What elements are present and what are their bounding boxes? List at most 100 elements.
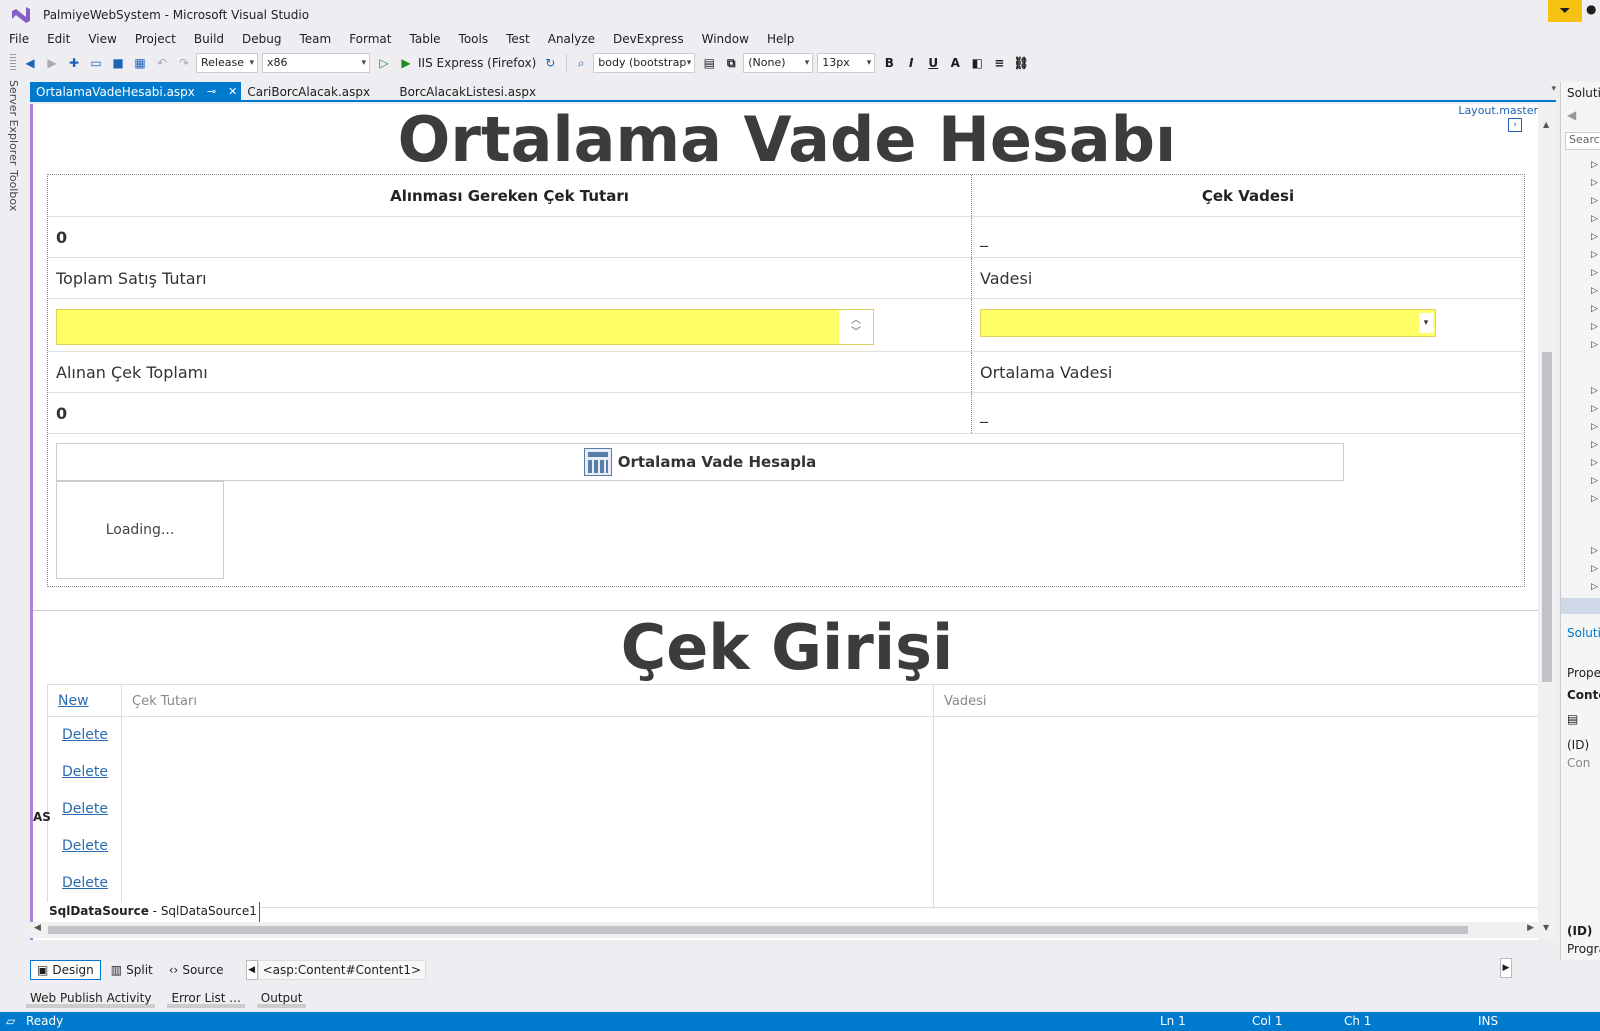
background-color-icon[interactable]: ◧	[967, 53, 987, 73]
tab-web-publish-activity[interactable]: Web Publish Activity	[26, 988, 156, 1008]
tree-expand-icon[interactable]: ▷	[1591, 340, 1598, 350]
tree-expand-icon[interactable]: ▷	[1591, 582, 1598, 592]
save-icon[interactable]: ■	[108, 53, 128, 73]
tag-navigator-left-icon[interactable]: ◀	[245, 960, 258, 980]
solution-platform-select[interactable]: x86	[262, 53, 370, 73]
tree-expand-icon[interactable]: ▷	[1591, 476, 1598, 486]
menu-tools[interactable]: Tools	[450, 29, 498, 49]
visual-aids-icon[interactable]: ▤	[699, 53, 719, 73]
delete-row-link[interactable]: Delete	[62, 764, 108, 780]
scroll-up-icon[interactable]: ▲	[1543, 120, 1549, 129]
tree-expand-icon[interactable]: ▷	[1591, 494, 1598, 504]
open-file-icon[interactable]: ▭	[86, 53, 106, 73]
hyperlink-icon[interactable]: ⛓	[1011, 53, 1031, 73]
navigate-back-icon[interactable]: ◀	[20, 53, 40, 73]
menu-file[interactable]: File	[0, 29, 38, 49]
underline-button[interactable]: U	[923, 53, 943, 73]
tree-expand-icon[interactable]: ▷	[1591, 458, 1598, 468]
tree-expand-icon[interactable]: ▷	[1591, 178, 1598, 188]
tab-error-list[interactable]: Error List ...	[167, 988, 245, 1008]
menu-debug[interactable]: Debug	[233, 29, 290, 49]
tree-expand-icon[interactable]: ▷	[1591, 322, 1598, 332]
grid-due-column-header[interactable]: Vadesi	[934, 685, 1542, 717]
block-format-select[interactable]: body (bootstrap	[593, 53, 696, 73]
find-icon[interactable]: ⌕	[571, 53, 591, 73]
tab-cari-borc-alacak[interactable]: CariBorcAlacak.aspx	[241, 82, 393, 102]
menu-format[interactable]: Format	[340, 29, 400, 49]
tree-expand-icon[interactable]: ▷	[1591, 546, 1598, 556]
start-without-debugging-icon[interactable]: ▷	[374, 53, 394, 73]
menu-window[interactable]: Window	[693, 29, 758, 49]
scrollbar-thumb[interactable]	[1542, 352, 1552, 682]
spin-down-icon[interactable]: ﹀	[851, 327, 861, 339]
save-all-icon[interactable]: ▦	[130, 53, 150, 73]
sql-data-source-control[interactable]: SqlDataSource - SqlDataSource1	[47, 902, 260, 922]
bold-button[interactable]: B	[879, 53, 899, 73]
tree-expand-icon[interactable]: ▷	[1591, 422, 1598, 432]
tree-expand-icon[interactable]: ▷	[1591, 404, 1598, 414]
menu-devexpress[interactable]: DevExpress	[604, 29, 693, 49]
menu-help[interactable]: Help	[758, 29, 803, 49]
delete-row-link[interactable]: Delete	[62, 801, 108, 817]
new-row-link[interactable]: New	[58, 693, 89, 709]
solution-back-icon[interactable]: ◀	[1567, 108, 1576, 122]
run-target-label[interactable]: IIS Express (Firefox)	[418, 56, 536, 70]
new-project-icon[interactable]: ✚	[64, 53, 84, 73]
tree-expand-icon[interactable]: ▷	[1591, 214, 1598, 224]
grid-amount-column-header[interactable]: Çek Tutarı	[122, 685, 934, 717]
selected-tree-item[interactable]	[1561, 598, 1600, 614]
tree-expand-icon[interactable]: ▷	[1591, 386, 1598, 396]
pin-icon[interactable]: ⊸	[207, 82, 216, 102]
tree-expand-icon[interactable]: ▷	[1591, 440, 1598, 450]
absolute-position-icon[interactable]: ⧉	[721, 53, 741, 73]
total-sales-spin-input[interactable]: ︿ ﹀	[56, 309, 874, 345]
menu-analyze[interactable]: Analyze	[539, 29, 604, 49]
tree-expand-icon[interactable]: ▷	[1591, 304, 1598, 314]
design-view-button[interactable]: ▣ Design	[30, 960, 101, 980]
scroll-left-icon[interactable]: ◀	[34, 923, 41, 933]
justify-icon[interactable]: ≡	[989, 53, 1009, 73]
calculate-average-term-button[interactable]: Ortalama Vade Hesapla	[56, 443, 1344, 481]
spin-buttons[interactable]: ︿ ﹀	[839, 310, 873, 344]
tag-navigator-right-icon[interactable]: ▶	[1500, 958, 1512, 978]
scroll-down-icon[interactable]: ▼	[1543, 923, 1549, 932]
delete-row-link[interactable]: Delete	[62, 875, 108, 891]
italic-button[interactable]: I	[901, 53, 921, 73]
dropdown-arrow-icon[interactable]: ▾	[1419, 313, 1433, 333]
tree-expand-icon[interactable]: ▷	[1591, 286, 1598, 296]
solution-search-input[interactable]: Search	[1565, 132, 1600, 150]
server-explorer-tab[interactable]: Server Explorer	[7, 80, 20, 165]
menu-project[interactable]: Project	[126, 29, 185, 49]
source-view-button[interactable]: ‹› Source	[163, 960, 230, 980]
tree-expand-icon[interactable]: ▷	[1591, 196, 1598, 206]
menu-build[interactable]: Build	[185, 29, 233, 49]
undo-icon[interactable]: ↶	[152, 53, 172, 73]
navigate-forward-icon[interactable]: ▶	[42, 53, 62, 73]
split-view-button[interactable]: ▥ Split	[105, 960, 159, 980]
categorized-icon[interactable]: ▤	[1567, 712, 1578, 726]
close-icon[interactable]: ✕	[228, 82, 237, 102]
menu-test[interactable]: Test	[497, 29, 539, 49]
toolbox-tab[interactable]: Toolbox	[7, 170, 20, 211]
tree-expand-icon[interactable]: ▷	[1591, 250, 1598, 260]
tab-ortalama-vade-hesabi[interactable]: OrtalamaVadeHesabi.aspx ⊸ ✕	[30, 82, 242, 102]
delete-row-link[interactable]: Delete	[62, 727, 108, 743]
style-select[interactable]: (None)	[743, 53, 814, 73]
vertical-scrollbar[interactable]: ▲ ▼	[1538, 104, 1556, 940]
menu-view[interactable]: View	[79, 29, 125, 49]
start-debugging-icon[interactable]: ▶	[396, 53, 416, 73]
scrollbar-thumb[interactable]	[48, 926, 1468, 934]
scroll-right-icon[interactable]: ▶	[1527, 923, 1534, 933]
delete-row-link[interactable]: Delete	[62, 838, 108, 854]
menu-table[interactable]: Table	[401, 29, 450, 49]
toolbar-grip[interactable]	[10, 54, 16, 72]
solution-configuration-select[interactable]: Release	[196, 53, 258, 73]
redo-icon[interactable]: ↷	[174, 53, 194, 73]
foreground-color-icon[interactable]: A	[945, 53, 965, 73]
horizontal-scrollbar[interactable]: ◀ ▶	[30, 922, 1538, 938]
menu-edit[interactable]: Edit	[38, 29, 79, 49]
font-size-select[interactable]: 13px	[817, 53, 876, 73]
browser-link-refresh-icon[interactable]: ↻	[540, 53, 560, 73]
tree-expand-icon[interactable]: ▷	[1591, 160, 1598, 170]
solution-explorer-tab[interactable]: Solution	[1567, 626, 1600, 640]
